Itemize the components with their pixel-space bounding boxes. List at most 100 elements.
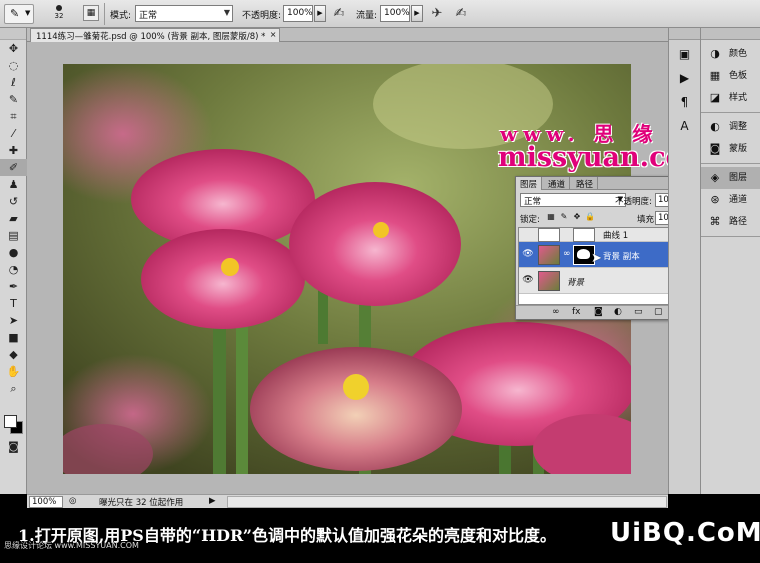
flow-slider-button[interactable]: ▶ <box>411 5 423 22</box>
layer-opacity-label: 不透明度: <box>615 197 652 207</box>
panel-label: 色板 <box>729 71 748 81</box>
zoom-level-input[interactable]: 100% <box>29 496 63 508</box>
document-tab[interactable]: 1114练习—雏菊花.psd @ 100% (背景 副本, 图层蒙版/8) * … <box>30 28 281 42</box>
status-info-icon[interactable]: ◎ <box>69 496 76 506</box>
blur-tool-icon[interactable]: ● <box>0 244 27 261</box>
curves-adjustment-icon <box>538 228 560 242</box>
status-info-text: 曝光只在 32 位起作用 <box>99 498 184 508</box>
chevron-down-icon: ▼ <box>223 8 230 17</box>
flow-input[interactable]: 100% <box>380 5 410 22</box>
actions-panel-icon[interactable]: ▶ <box>675 68 695 88</box>
lock-image-icon[interactable]: ✎ <box>559 212 569 222</box>
panel-adjustments[interactable]: ◐ 调整 <box>701 116 760 138</box>
tab-channels[interactable]: 通道 <box>544 177 571 190</box>
gradient-tool-icon[interactable]: ▤ <box>0 227 27 244</box>
options-bar: ✎ ▼ 32 ▦ 模式: 正常 ▼ 不透明度: 100% ▶ ✍ 流量: 100… <box>0 0 760 28</box>
panel-masks[interactable]: ◙ 蒙版 <box>701 138 760 160</box>
tools-panel-grip[interactable] <box>0 28 26 40</box>
panel-label: 路径 <box>729 217 748 227</box>
eyedropper-tool-icon[interactable]: ⁄ <box>0 125 27 142</box>
status-menu-icon[interactable]: ▶ <box>209 496 216 506</box>
lock-all-icon[interactable]: 🔒 <box>585 212 595 222</box>
clone-stamp-tool-icon[interactable]: ♟ <box>0 176 27 193</box>
blend-mode-select[interactable]: 正常 ▼ <box>520 193 626 207</box>
chain-icon[interactable]: ∞ <box>563 249 571 259</box>
flow-label: 流量: <box>356 11 378 21</box>
options-separator <box>104 3 105 25</box>
brush-panel-toggle-button[interactable]: ▦ <box>83 5 99 21</box>
close-icon[interactable]: × <box>270 30 277 39</box>
layer-name: 曲线 1 <box>603 231 629 241</box>
masks-icon: ◙ <box>709 142 721 155</box>
airbrush-button[interactable]: ✈ <box>428 4 446 23</box>
new-layer-icon[interactable]: ▢ <box>654 307 663 317</box>
brush-panel-icon: ▦ <box>86 8 96 18</box>
character-panel-icon[interactable]: A <box>675 116 695 136</box>
palette-icon: ◑ <box>710 47 720 60</box>
path-selection-tool-icon[interactable]: ➤ <box>0 312 27 329</box>
layers-icon: ◈ <box>710 171 720 184</box>
layer-style-icon[interactable]: fx <box>572 307 581 317</box>
panel-grip[interactable] <box>669 28 700 40</box>
panel-color[interactable]: ◑ 颜色 <box>701 43 760 65</box>
opacity-input[interactable]: 100% <box>283 5 313 22</box>
brush-tool-icon[interactable]: ✐ <box>0 159 27 176</box>
swatches-icon: ▦ <box>709 69 721 82</box>
foreground-color-swatch[interactable] <box>4 415 17 428</box>
crop-tool-icon[interactable]: ⌗ <box>0 108 27 125</box>
lock-transparent-icon[interactable]: ▦ <box>546 212 556 222</box>
add-mask-icon[interactable]: ◙ <box>594 307 603 317</box>
panel-styles[interactable]: ◪ 样式 <box>701 87 760 109</box>
panel-label: 样式 <box>729 93 748 103</box>
layer-row-curves[interactable]: 曲线 1 <box>519 228 687 242</box>
quick-select-tool-icon[interactable]: ✎ <box>0 91 27 108</box>
panel-label: 通道 <box>729 195 748 205</box>
tab-layers[interactable]: 图层 <box>516 177 543 190</box>
layer-row-background[interactable]: 👁 背景 🔒 <box>519 268 687 294</box>
panel-channels[interactable]: ⊛ 通道 <box>701 189 760 211</box>
type-tool-icon[interactable]: T <box>0 295 27 312</box>
right-panel-dock: ◑ 颜色 ▦ 色板 ◪ 样式 ◐ 调整 ◙ 蒙版 ◈ 图层 ⊛ 通道 ⌘ 路径 <box>700 28 760 494</box>
mode-select[interactable]: 正常 ▼ <box>135 5 233 22</box>
move-tool-icon[interactable]: ✥ <box>0 40 27 57</box>
shape-tool-icon[interactable]: ■ <box>0 329 27 346</box>
brush-icon: ✎ <box>10 7 20 20</box>
new-group-icon[interactable]: ▭ <box>634 307 643 317</box>
blend-mode-value: 正常 <box>524 197 542 207</box>
eye-icon[interactable]: 👁 <box>521 249 535 261</box>
zoom-tool-icon[interactable]: ⌕ <box>0 380 27 397</box>
panel-grip[interactable] <box>701 28 760 40</box>
panel-group-adjust: ◐ 调整 ◙ 蒙版 <box>701 113 760 164</box>
lock-position-icon[interactable]: ✥ <box>572 212 582 222</box>
dodge-tool-icon[interactable]: ◔ <box>0 261 27 278</box>
adjustment-layer-icon[interactable]: ◐ <box>614 307 622 317</box>
eye-icon[interactable]: 👁 <box>521 275 535 287</box>
link-layers-icon[interactable]: ∞ <box>552 307 560 317</box>
layer-name: 背景 副本 <box>603 252 640 262</box>
horizontal-scrollbar[interactable] <box>227 496 667 508</box>
panel-layers[interactable]: ◈ 图层 <box>701 167 760 189</box>
panel-swatches[interactable]: ▦ 色板 <box>701 65 760 87</box>
brush-size-picker[interactable]: 32 <box>46 3 72 25</box>
tablet-size-pressure-button[interactable]: ✍ <box>452 4 470 23</box>
3d-tool-icon[interactable]: ◆ <box>0 346 27 363</box>
lasso-tool-icon[interactable]: ℓ <box>0 74 27 91</box>
layer-mask-thumbnail <box>573 228 595 242</box>
panel-label: 蒙版 <box>729 144 748 154</box>
history-brush-tool-icon[interactable]: ↺ <box>0 193 27 210</box>
tablet-opacity-pressure-button[interactable]: ✍ <box>330 4 348 23</box>
layer-row-background-copy[interactable]: 👁 ∞ 背景 副本 ➤ <box>519 242 687 268</box>
hand-tool-icon[interactable]: ✋ <box>0 363 27 380</box>
eraser-tool-icon[interactable]: ▰ <box>0 210 27 227</box>
panel-paths[interactable]: ⌘ 路径 <box>701 211 760 233</box>
quick-mask-icon[interactable]: ◙ <box>0 438 27 455</box>
healing-brush-tool-icon[interactable]: ✚ <box>0 142 27 159</box>
opacity-slider-button[interactable]: ▶ <box>314 5 326 22</box>
pen-tool-icon[interactable]: ✒ <box>0 278 27 295</box>
tab-paths[interactable]: 路径 <box>572 177 599 190</box>
paragraph-panel-icon[interactable]: ¶ <box>675 92 695 112</box>
fill-label: 填充: <box>637 215 657 225</box>
brush-tool-preset-picker[interactable]: ✎ ▼ <box>4 4 34 24</box>
history-panel-icon[interactable]: ▣ <box>675 44 695 64</box>
marquee-tool-icon[interactable]: ◌ <box>0 57 27 74</box>
